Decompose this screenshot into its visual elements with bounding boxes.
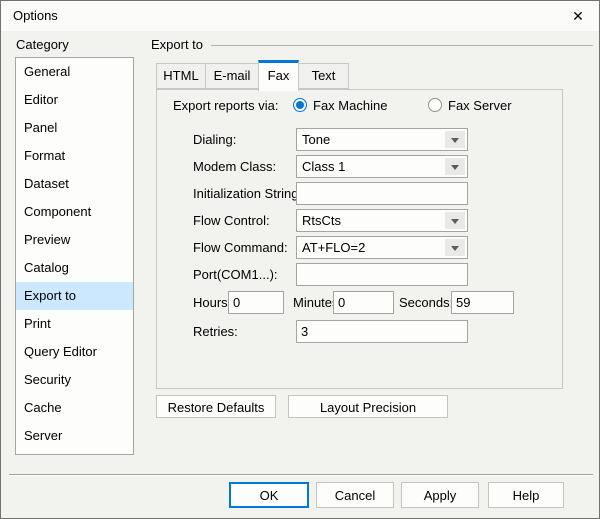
modem-class-combobox[interactable]: Class 1: [296, 155, 468, 178]
cancel-button[interactable]: Cancel: [316, 482, 394, 508]
category-item-component[interactable]: Component: [16, 198, 133, 226]
fax-server-label[interactable]: Fax Server: [448, 98, 512, 113]
help-button[interactable]: Help: [488, 482, 564, 508]
dialing-value: Tone: [302, 129, 330, 150]
category-item-print[interactable]: Print: [16, 310, 133, 338]
ok-button[interactable]: OK: [229, 482, 309, 508]
category-item-server[interactable]: Server: [16, 422, 133, 450]
chevron-down-icon[interactable]: [445, 239, 465, 256]
fax-server-radio[interactable]: [428, 98, 442, 112]
port-input[interactable]: [296, 263, 468, 286]
window-title: Options: [13, 1, 58, 31]
category-item-catalog[interactable]: Catalog: [16, 254, 133, 282]
flow-control-combobox[interactable]: RtsCts: [296, 209, 468, 232]
tab-html[interactable]: HTML: [156, 63, 206, 89]
dialing-combobox[interactable]: Tone: [296, 128, 468, 151]
tab-email[interactable]: E-mail: [205, 63, 259, 89]
port-label: Port(COM1...):: [193, 267, 278, 282]
minutes-input[interactable]: [333, 291, 394, 314]
initialization-string-input[interactable]: [296, 182, 468, 205]
category-item-cache[interactable]: Cache: [16, 394, 133, 422]
category-label: Category: [16, 37, 69, 52]
modem-class-label: Modem Class:: [193, 159, 276, 174]
category-item-dataset[interactable]: Dataset: [16, 170, 133, 198]
fax-machine-label[interactable]: Fax Machine: [313, 98, 387, 113]
seconds-label: Seconds:: [399, 295, 453, 310]
chevron-down-icon[interactable]: [445, 212, 465, 229]
hours-input[interactable]: [228, 291, 284, 314]
flow-command-label: Flow Command:: [193, 240, 288, 255]
chevron-down-icon[interactable]: [445, 158, 465, 175]
options-dialog: Options ✕ Category General Editor Panel …: [0, 0, 600, 519]
category-item-export-to[interactable]: Export to: [16, 282, 133, 310]
initialization-string-label: Initialization String:: [193, 186, 302, 201]
category-item-format[interactable]: Format: [16, 142, 133, 170]
retries-label: Retries:: [193, 324, 238, 339]
close-icon[interactable]: ✕: [557, 1, 599, 31]
chevron-down-icon[interactable]: [445, 131, 465, 148]
category-item-editor[interactable]: Editor: [16, 86, 133, 114]
flow-command-combobox[interactable]: AT+FLO=2: [296, 236, 468, 259]
category-item-preview[interactable]: Preview: [16, 226, 133, 254]
flow-control-label: Flow Control:: [193, 213, 270, 228]
tab-fax[interactable]: Fax: [258, 60, 299, 91]
seconds-input[interactable]: [451, 291, 514, 314]
category-item-query-editor[interactable]: Query Editor: [16, 338, 133, 366]
flow-command-value: AT+FLO=2: [302, 237, 365, 258]
titlebar: Options ✕: [1, 1, 599, 31]
category-item-panel[interactable]: Panel: [16, 114, 133, 142]
category-item-general[interactable]: General: [16, 58, 133, 86]
tab-text[interactable]: Text: [298, 63, 349, 89]
flow-control-value: RtsCts: [302, 210, 341, 231]
retries-input[interactable]: [296, 320, 468, 343]
dialing-label: Dialing:: [193, 132, 236, 147]
hours-label: Hours:: [193, 295, 231, 310]
category-item-security[interactable]: Security: [16, 366, 133, 394]
category-list: General Editor Panel Format Dataset Comp…: [15, 57, 134, 455]
restore-defaults-button[interactable]: Restore Defaults: [156, 395, 276, 418]
export-to-group-label: Export to: [151, 37, 203, 52]
export-via-label: Export reports via:: [173, 98, 279, 113]
footer-divider: [9, 474, 593, 476]
layout-precision-button[interactable]: Layout Precision: [288, 395, 448, 418]
apply-button[interactable]: Apply: [401, 482, 479, 508]
modem-class-value: Class 1: [302, 156, 345, 177]
fax-machine-radio[interactable]: [293, 98, 307, 112]
group-divider: [211, 45, 593, 46]
